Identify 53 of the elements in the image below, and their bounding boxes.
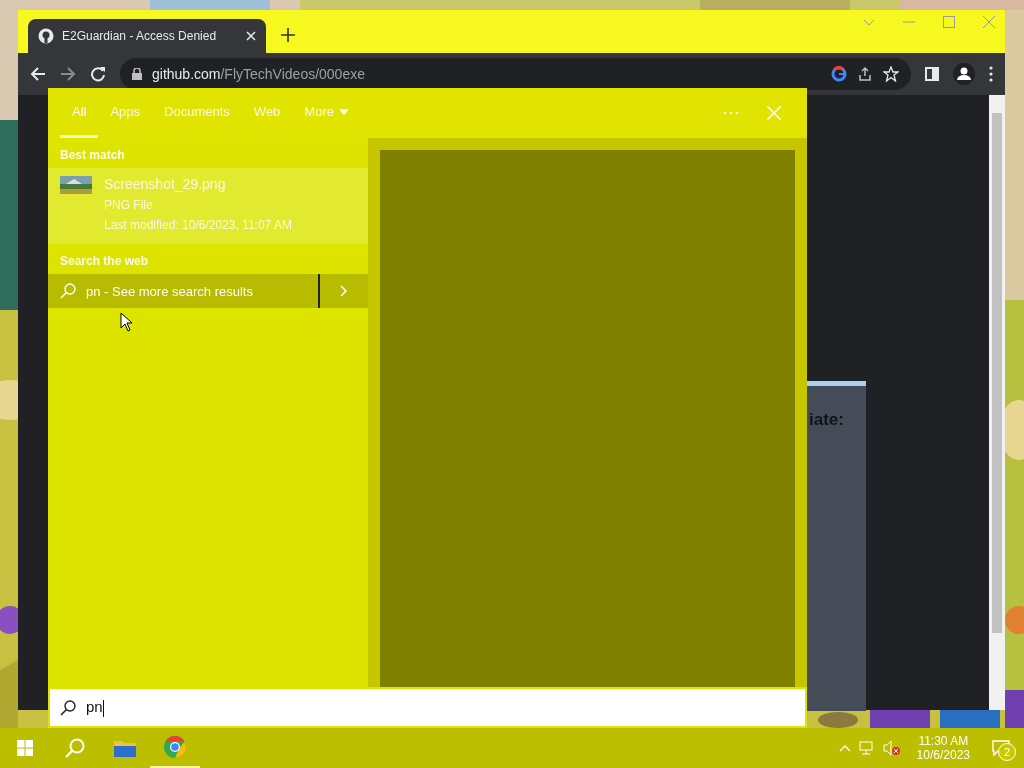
search-query: pn xyxy=(86,698,104,717)
chevron-up-icon[interactable] xyxy=(838,744,851,752)
notifications-icon[interactable] xyxy=(992,740,1010,756)
web-search-item[interactable]: pn - See more search results xyxy=(48,274,368,308)
clock-time: 11:30 AM xyxy=(918,734,969,748)
search-icon xyxy=(60,699,76,716)
scrollbar[interactable] xyxy=(989,95,1005,710)
filter-tab[interactable]: Documents xyxy=(152,88,242,138)
reload-icon[interactable] xyxy=(90,66,106,82)
new-tab-icon[interactable] xyxy=(281,28,295,42)
web-query: pn - See more search results xyxy=(86,283,253,299)
filter-tab[interactable]: Web xyxy=(241,88,293,138)
clock[interactable]: 11:30 AM 10/6/2023 xyxy=(908,734,978,762)
search-icon xyxy=(60,283,76,299)
file-name: Screenshot_29.png xyxy=(104,176,227,192)
tab-title: E2Guardian - Access Denied xyxy=(62,29,218,43)
folder-icon[interactable] xyxy=(114,739,136,757)
filter-tab[interactable]: More xyxy=(292,88,361,138)
best-match-item[interactable]: Screenshot_29.png PNG File Last modified: 10/6/2023, 11:07 AM xyxy=(48,168,368,244)
search-icon[interactable] xyxy=(65,738,85,758)
windows-start-icon[interactable] xyxy=(17,740,33,756)
address-bar[interactable]: github.com/FlyTechVideos/000exe xyxy=(120,58,911,90)
maximize-icon[interactable] xyxy=(943,16,955,28)
card-text: iate: xyxy=(809,410,844,430)
notification-count: 2 xyxy=(998,743,1016,761)
lock-icon xyxy=(132,68,142,80)
file-modified: Last modified: 10/6/2023, 11:07 AM xyxy=(104,218,292,232)
filter-tab[interactable]: Apps xyxy=(98,88,153,138)
url-text: github.com/FlyTechVideos/000exe xyxy=(152,66,366,82)
speaker-muted-icon[interactable] xyxy=(882,740,901,756)
chrome-icon[interactable] xyxy=(164,736,186,758)
file-thumbnail-icon xyxy=(60,176,92,194)
menu-icon[interactable] xyxy=(989,66,993,82)
file-type: PNG File xyxy=(104,198,154,212)
back-icon[interactable] xyxy=(30,66,46,82)
star-icon[interactable] xyxy=(883,66,899,82)
search-field[interactable]: pn xyxy=(48,687,807,728)
section-heading: Best match xyxy=(59,147,126,164)
github-icon xyxy=(38,28,54,44)
mouse-cursor-icon xyxy=(120,312,133,332)
google-icon[interactable] xyxy=(831,66,847,82)
network-icon[interactable] xyxy=(858,741,875,755)
close-icon xyxy=(767,106,781,120)
share-icon[interactable] xyxy=(857,66,873,82)
ellipsis-icon xyxy=(723,111,739,115)
side-panel-icon[interactable] xyxy=(925,67,939,81)
profile-icon[interactable] xyxy=(953,63,975,85)
forward-icon[interactable] xyxy=(60,66,76,82)
section-heading: Search the web xyxy=(59,253,150,270)
caret-icon xyxy=(338,108,349,115)
chevron-right-icon[interactable] xyxy=(340,285,348,297)
clock-date: 10/6/2023 xyxy=(916,748,970,762)
browser-tab[interactable]: E2Guardian - Access Denied xyxy=(28,19,266,53)
